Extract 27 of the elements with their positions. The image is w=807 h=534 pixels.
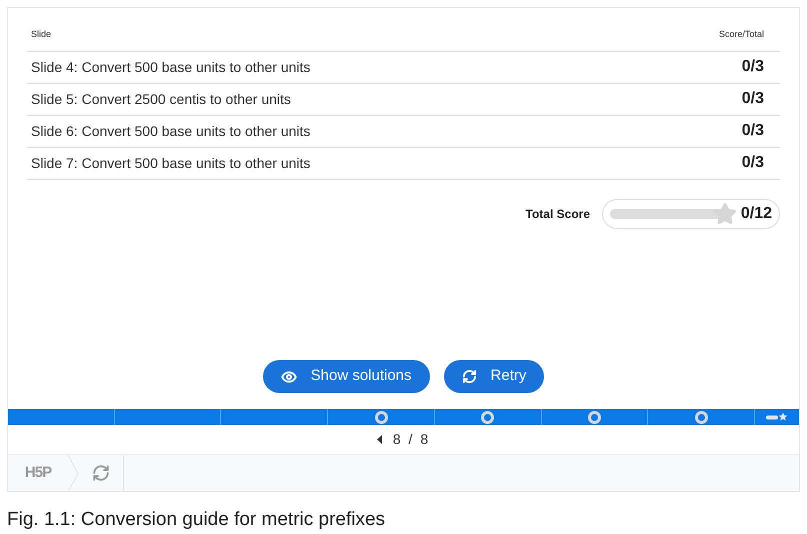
eye-icon — [280, 368, 297, 384]
slide-counter: 8 / 8 — [392, 430, 430, 449]
star-icon — [712, 202, 737, 226]
table-cell-text: 0/3 — [742, 57, 764, 77]
table-cell-text: 0/3 — [742, 121, 764, 141]
reload-icon[interactable] — [92, 464, 110, 482]
table-cell-text: 0/3 — [742, 153, 764, 173]
show-solutions-button[interactable]: Show solutions — [262, 360, 430, 393]
table-cell-text: Slide 4: Convert 500 base units to other units — [31, 58, 310, 76]
task-marker-icon — [588, 410, 601, 424]
task-marker-icon — [374, 410, 388, 424]
logo[interactable]: H5P — [24, 462, 52, 484]
refresh-icon — [462, 369, 477, 384]
retry-button[interactable]: Retry — [444, 360, 544, 393]
table-cell-text: Slide 6: Convert 500 base units to other units — [31, 122, 310, 140]
column-header: Slide — [31, 28, 52, 41]
previous-icon[interactable] — [376, 435, 383, 444]
table-cell-text: Slide 5: Convert 2500 centis to other units — [31, 90, 291, 108]
total-score: 0/12 — [740, 204, 772, 224]
table-cell-text: 0/3 — [742, 89, 764, 109]
table-cell-text: Slide 7: Convert 500 base units to other units — [31, 154, 310, 172]
total-score-label: Total Score — [526, 206, 590, 222]
column-header: Score/Total — [718, 28, 764, 41]
task-marker-icon — [694, 410, 708, 424]
summary-icon[interactable] — [766, 412, 788, 422]
task-marker-icon — [481, 410, 494, 424]
figure-caption: Fig. 1.1: Conversion guide for metric prefixes — [7, 508, 386, 532]
